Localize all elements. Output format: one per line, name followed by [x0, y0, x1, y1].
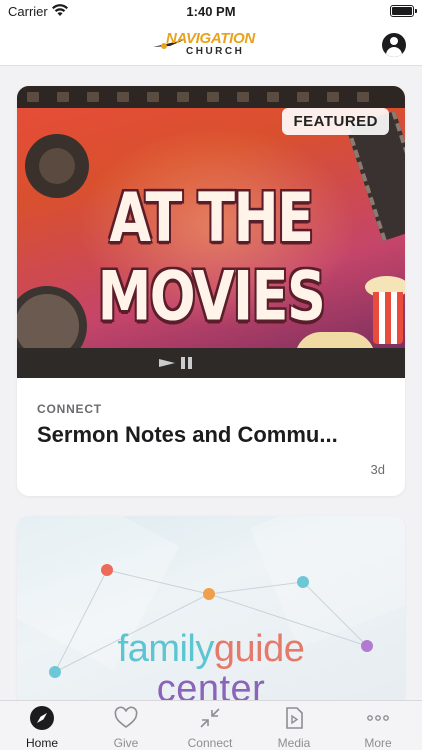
person-head	[390, 37, 398, 45]
clock: 1:40 PM	[186, 4, 236, 19]
tab-media[interactable]: Media	[252, 701, 336, 750]
tab-label: Connect	[187, 736, 233, 750]
logo-wordmark-top: NAVIGATION	[166, 30, 255, 47]
card-timestamp: 3d	[370, 462, 385, 477]
logo-wordmark-bottom: CHURCH	[186, 46, 245, 57]
play-document-icon	[286, 707, 303, 729]
featured-content-card[interactable]: AT THE MOVIES FEATURED CONNECT Sermon No…	[17, 86, 405, 496]
card-image: AT THE MOVIES FEATURED	[17, 86, 405, 378]
card-body: CONNECT Sermon Notes and Commu... 3d	[17, 378, 405, 496]
tab-label: More	[364, 736, 392, 750]
tab-bar: Home Give Connect Media More	[0, 700, 422, 750]
tab-more[interactable]: More	[336, 701, 420, 750]
tab-home[interactable]: Home	[0, 701, 84, 750]
content-card[interactable]: familyguide center	[17, 516, 405, 716]
tab-give[interactable]: Give	[84, 701, 168, 750]
image-text-guide: guide	[213, 628, 305, 670]
battery-icon	[390, 5, 417, 17]
tab-connect[interactable]: Connect	[168, 701, 252, 750]
card-image: familyguide center	[17, 516, 405, 716]
play-icon	[159, 359, 175, 367]
heart-icon	[114, 706, 138, 728]
arrows-in-icon	[200, 708, 220, 728]
tab-label: Media	[277, 736, 311, 750]
person-body	[386, 47, 402, 57]
featured-badge: FEATURED	[282, 108, 389, 135]
tab-label: Home	[25, 736, 58, 750]
image-title: familyguide	[17, 628, 405, 671]
card-title: Sermon Notes and Commu...	[37, 422, 338, 447]
app-header: NAVIGATION CHURCH	[0, 24, 422, 66]
church-logo[interactable]: NAVIGATION CHURCH	[152, 28, 274, 60]
image-title: AT THE MOVIES	[97, 178, 326, 336]
player-controls-decoration	[17, 348, 405, 378]
status-bar: Carrier 1:40 PM	[0, 0, 422, 24]
pause-icon	[181, 357, 192, 369]
profile-button[interactable]	[382, 33, 406, 57]
card-category: CONNECT	[37, 402, 102, 416]
tab-label: Give	[113, 736, 139, 750]
compass-icon	[30, 706, 54, 730]
filmstrip-decoration	[17, 86, 405, 108]
image-text-family: family	[117, 628, 215, 670]
ellipsis-icon	[367, 715, 389, 721]
